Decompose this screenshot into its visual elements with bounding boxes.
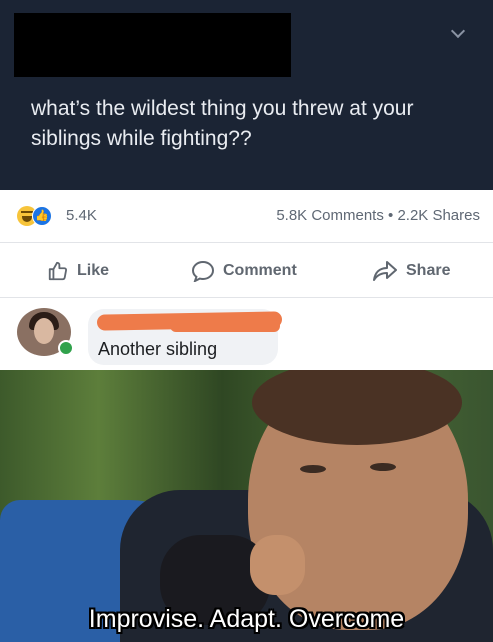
comment-icon [191, 260, 215, 282]
online-status-dot [58, 340, 74, 356]
like-reaction-icon: 👍 [32, 206, 52, 226]
meme-fingers [250, 535, 305, 595]
meme-eye-right [370, 463, 396, 471]
comments-shares-count[interactable]: 5.8K Comments • 2.2K Shares [276, 207, 480, 224]
meme-caption: Improvise. Adapt. Overcome [88, 605, 405, 633]
comment-text: Another sibling [98, 339, 218, 359]
share-label: Share [406, 262, 451, 279]
meme-image [0, 370, 493, 642]
reaction-icons[interactable]: 👍 [17, 206, 59, 226]
like-label: Like [77, 262, 110, 279]
meme-eye-left [300, 465, 326, 473]
share-button[interactable]: Share [372, 260, 450, 282]
like-icon [48, 261, 68, 281]
screenshot: what’s the wildest thing you threw at yo… [0, 0, 493, 642]
comment-button[interactable]: Comment [191, 260, 297, 282]
redacted-commenter-name-stroke [170, 320, 280, 332]
like-button[interactable]: Like [47, 260, 109, 282]
post-text: what’s the wildest thing you threw at yo… [31, 97, 414, 150]
comment-label: Comment [223, 262, 297, 279]
reaction-count[interactable]: 5.4K [66, 207, 97, 224]
share-icon [373, 261, 397, 281]
redacted-header [14, 13, 291, 77]
